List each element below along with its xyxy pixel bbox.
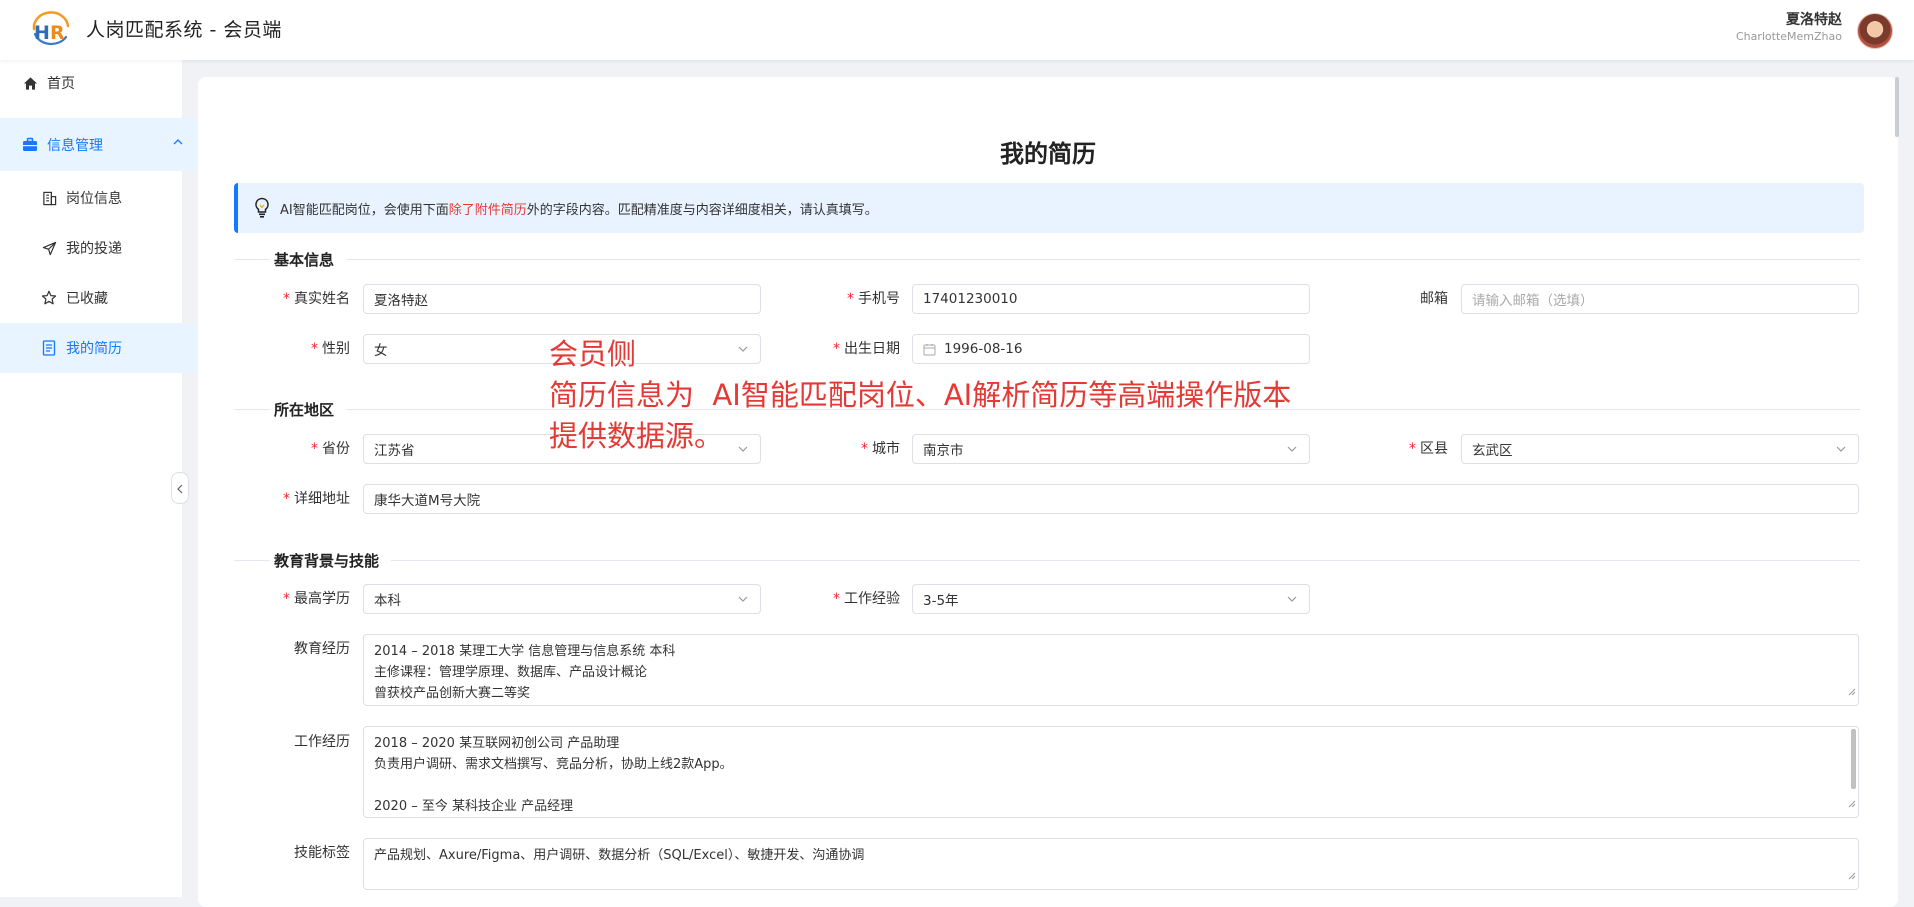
edu-line: 曾获校产品创新大赛二等奖 [374,686,531,701]
sidebar-item-label: 我的简历 [66,341,122,357]
annotation-line: 提供数据源。 [549,419,724,453]
experience-label: * 工作经验 [833,591,900,607]
star-icon [41,290,57,306]
chevron-down-icon [736,592,750,610]
hr-logo-icon: H R [26,9,76,51]
sidebar-item-resume[interactable]: 我的简历 [0,323,223,373]
name-label: * 真实姓名 [283,291,350,307]
email-label: 邮箱 [1420,291,1448,307]
experience-value: 3-5年 [923,593,959,609]
sidebar-item-label: 我的投递 [66,241,122,257]
tip-highlight: 除了附件简历 [448,202,527,218]
sidebar-group-info-management[interactable]: 信息管理 [0,118,204,171]
resume-card: 我的简历 AI智能匹配岗位，会使用下面除了附件简历外的字段内容。匹配精准度与内容… [198,77,1898,907]
chevron-down-icon [1285,592,1299,610]
annotation-overlay: 会员侧 简历信息为 AI智能匹配岗位、AI解析简历等高端操作版本 提供数据源。 [549,334,1291,457]
user-info[interactable]: 夏洛特赵 CharlotteMemZhao [1736,12,1842,45]
page-scrollbar[interactable] [1895,77,1899,137]
home-icon [22,75,38,91]
resize-handle-icon[interactable] [1848,682,1856,703]
sidebar-item-jobs[interactable]: 岗位信息 [0,173,223,223]
tip-text: AI智能匹配岗位，会使用下面除了附件简历外的字段内容。匹配精准度与内容详细度相关… [280,202,878,218]
section-title: 教育背景与技能 [274,551,380,570]
sidebar-item-label: 已收藏 [66,291,108,307]
section-title: 基本信息 [274,250,335,269]
sidebar: 首页 信息管理 岗位信息 我的投递 已收藏 我的简历 [0,60,223,897]
edu-line: 2014 – 2018 某理工大学 信息管理与信息系统 本科 [374,644,676,659]
app-title: 人岗匹配系统 - 会员端 [86,19,282,41]
document-icon [41,340,57,356]
svg-text:H: H [34,22,50,44]
phone-label: * 手机号 [847,291,900,307]
district-select[interactable]: 玄武区 [1461,434,1859,464]
user-id: CharlotteMemZhao [1735,30,1842,43]
skills-value: 产品规划、Axure/Figma、用户调研、数据分析（SQL/Excel）、敏捷… [374,848,865,863]
address-label: * 详细地址 [283,491,350,507]
email-input[interactable]: 请输入邮箱（选填） [1461,284,1859,314]
work-line: 2020 – 至今 某科技企业 产品经理 [374,799,574,814]
work-line: 2018 – 2020 某互联网初创公司 产品助理 [374,736,620,751]
work-line: 负责用户调研、需求文档撰写、竞品分析，协助上线2款App。 [374,757,733,772]
name-input[interactable]: 夏洛特赵 [363,284,761,314]
user-name: 夏洛特赵 [1786,12,1842,28]
skills-textarea[interactable]: 产品规划、Axure/Figma、用户调研、数据分析（SQL/Excel）、敏捷… [363,838,1859,890]
province-value: 江苏省 [374,443,415,459]
edu-line: 主修课程：管理学原理、数据库、产品设计概论 [374,665,648,680]
gender-value: 女 [374,343,388,359]
annotation-line: 简历信息为 AI智能匹配岗位、AI解析简历等高端操作版本 [549,378,1292,412]
sidebar-item-favorites[interactable]: 已收藏 [0,273,223,323]
textarea-scrollbar[interactable] [1851,729,1856,789]
work-history-textarea[interactable]: 2018 – 2020 某互联网初创公司 产品助理 负责用户调研、需求文档撰写、… [363,726,1859,818]
send-icon [41,240,57,256]
work-line [374,775,1848,796]
district-label: * 区县 [1409,441,1448,457]
lightbulb-icon [254,197,270,219]
section-education-skills: 教育背景与技能 [234,548,1860,572]
phone-input[interactable]: 17401230010 [912,284,1310,314]
sidebar-collapse-button[interactable] [171,472,189,504]
degree-value: 本科 [374,593,401,609]
district-value: 玄武区 [1472,443,1513,459]
sidebar-item-label: 岗位信息 [66,191,122,207]
app-header: H R 人岗匹配系统 - 会员端 夏洛特赵 CharlotteMemZhao [0,0,1914,60]
sidebar-item-label: 首页 [47,76,75,92]
gender-label: * 性别 [311,341,350,357]
page-title: 我的简历 [1000,140,1096,168]
ai-tip-banner: AI智能匹配岗位，会使用下面除了附件简历外的字段内容。匹配精准度与内容详细度相关… [234,183,1864,233]
edu-history-label: 教育经历 [294,641,350,657]
resize-handle-icon[interactable] [1848,794,1856,815]
svg-text:R: R [50,22,65,44]
degree-label: * 最高学历 [283,591,350,607]
work-history-label: 工作经历 [294,734,350,750]
edu-history-textarea[interactable]: 2014 – 2018 某理工大学 信息管理与信息系统 本科 主修课程：管理学原… [363,634,1859,706]
section-title: 所在地区 [274,400,335,419]
sidebar-group-label: 信息管理 [47,137,103,154]
briefcase-icon [22,137,38,153]
sidebar-item-applications[interactable]: 我的投递 [0,223,223,273]
avatar[interactable] [1857,13,1893,49]
skills-label: 技能标签 [294,845,350,861]
annotation-line: 会员侧 [549,337,637,371]
sidebar-item-home[interactable]: 首页 [0,60,204,106]
resize-handle-icon[interactable] [1848,866,1856,887]
chevron-down-icon [1834,442,1848,460]
chevron-up-icon [172,136,184,152]
section-basic-info: 基本信息 [234,247,1860,271]
building-icon [41,190,57,206]
chevron-left-icon [176,479,184,498]
address-input[interactable]: 康华大道M号大院 [363,484,1859,514]
experience-select[interactable]: 3-5年 [912,584,1310,614]
degree-select[interactable]: 本科 [363,584,761,614]
province-label: * 省份 [311,441,350,457]
